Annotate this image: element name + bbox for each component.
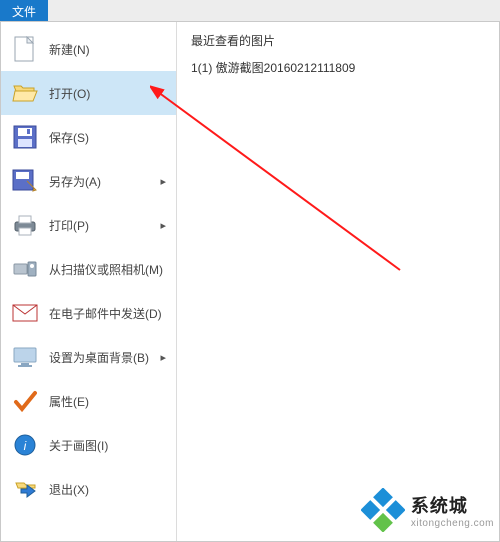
file-menu-dropdown: 新建(N) 打开(O) 保存(S) 另存为(A) 打印(P)	[0, 22, 500, 542]
menu-label: 在电子邮件中发送(D)	[49, 305, 162, 322]
menu-print[interactable]: 打印(P)	[1, 203, 176, 247]
open-folder-icon	[11, 79, 39, 107]
menu-label: 属性(E)	[49, 393, 89, 410]
menu-label: 另存为(A)	[49, 173, 101, 190]
menu-label: 新建(N)	[49, 41, 90, 58]
menu-email[interactable]: 在电子邮件中发送(D)	[1, 291, 176, 335]
printer-icon	[11, 211, 39, 239]
watermark-brand: 系统城	[411, 496, 468, 516]
watermark-url: xitongcheng.com	[411, 518, 494, 529]
menu-exit[interactable]: 退出(X)	[1, 467, 176, 511]
check-icon	[11, 387, 39, 415]
recent-item[interactable]: 1(1) 傲游截图20160212111809	[191, 59, 485, 76]
menu-save[interactable]: 保存(S)	[1, 115, 176, 159]
save-as-icon	[11, 167, 39, 195]
tab-bar: 文件	[0, 0, 500, 22]
menu-wallpaper[interactable]: 设置为桌面背景(B)	[1, 335, 176, 379]
menu-list: 新建(N) 打开(O) 保存(S) 另存为(A) 打印(P)	[1, 22, 177, 541]
menu-scanner[interactable]: 从扫描仪或照相机(M)	[1, 247, 176, 291]
watermark-logo-icon	[361, 488, 405, 532]
info-icon: i	[11, 431, 39, 459]
desktop-bg-icon	[11, 343, 39, 371]
menu-label: 打开(O)	[49, 85, 90, 102]
exit-icon	[11, 475, 39, 503]
recent-panel: 最近查看的图片 1(1) 傲游截图20160212111809	[177, 22, 499, 541]
menu-label: 保存(S)	[49, 129, 89, 146]
menu-label: 打印(P)	[49, 217, 89, 234]
recent-heading: 最近查看的图片	[191, 32, 485, 49]
menu-label: 关于画图(I)	[49, 437, 108, 454]
menu-open[interactable]: 打开(O)	[1, 71, 176, 115]
menu-save-as[interactable]: 另存为(A)	[1, 159, 176, 203]
menu-new[interactable]: 新建(N)	[1, 27, 176, 71]
scanner-icon	[11, 255, 39, 283]
save-icon	[11, 123, 39, 151]
watermark: 系统城 xitongcheng.com	[361, 488, 494, 532]
menu-about[interactable]: i 关于画图(I)	[1, 423, 176, 467]
menu-label: 退出(X)	[49, 481, 89, 498]
tab-file[interactable]: 文件	[0, 0, 48, 21]
email-icon	[11, 299, 39, 327]
menu-properties[interactable]: 属性(E)	[1, 379, 176, 423]
menu-label: 设置为桌面背景(B)	[49, 349, 149, 366]
svg-text:i: i	[24, 439, 27, 453]
menu-label: 从扫描仪或照相机(M)	[49, 261, 163, 278]
new-file-icon	[11, 35, 39, 63]
